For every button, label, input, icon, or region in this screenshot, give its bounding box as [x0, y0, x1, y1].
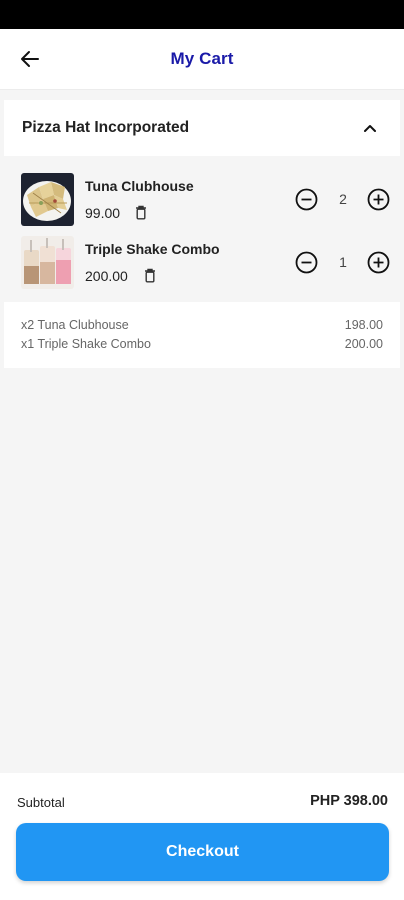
cart-item: Triple Shake Combo 200.00 1 — [21, 236, 400, 290]
decrease-quantity-button[interactable] — [294, 187, 318, 211]
summary-row: x2 Tuna Clubhouse 198.00 — [21, 316, 383, 335]
cart-items: Tuna Clubhouse 99.00 2 Triple Shake Comb… — [4, 160, 400, 300]
minus-circle-icon — [295, 251, 317, 273]
decrease-quantity-button[interactable] — [294, 250, 318, 274]
arrow-left-icon — [21, 51, 39, 67]
increase-quantity-button[interactable] — [366, 187, 390, 211]
minus-circle-icon — [295, 188, 317, 210]
page-title: My Cart — [170, 49, 234, 68]
item-name: Tuna Clubhouse — [85, 178, 194, 194]
store-name: Pizza Hat Incorporated — [22, 119, 190, 136]
app-bar: My Cart — [0, 29, 404, 90]
item-quantity: 2 — [339, 191, 347, 207]
back-button[interactable] — [14, 43, 46, 75]
item-thumbnail-triple-shake-combo — [21, 236, 74, 289]
subtotal-label: Subtotal — [17, 795, 65, 810]
increase-quantity-button[interactable] — [366, 250, 390, 274]
delete-item-button[interactable] — [142, 266, 158, 284]
cart-item: Tuna Clubhouse 99.00 2 — [21, 173, 400, 227]
item-name: Triple Shake Combo — [85, 241, 220, 257]
item-price: 99.00 — [85, 205, 121, 221]
trash-icon — [136, 205, 146, 220]
chevron-up-icon — [364, 125, 376, 132]
summary-item-label: x2 Tuna Clubhouse — [21, 318, 129, 332]
item-thumbnail-tuna-clubhouse — [21, 173, 74, 226]
summary-item-label: x1 Triple Shake Combo — [21, 337, 151, 351]
plus-circle-icon — [367, 251, 389, 273]
subtotal-value: PHP 398.00 — [310, 793, 388, 809]
checkout-panel: Subtotal PHP 398.00 Checkout — [0, 773, 404, 900]
collapse-button[interactable] — [358, 116, 382, 140]
trash-icon — [145, 268, 155, 283]
delete-item-button[interactable] — [133, 203, 149, 221]
item-price: 200.00 — [85, 268, 128, 284]
plus-circle-icon — [367, 188, 389, 210]
store-header[interactable]: Pizza Hat Incorporated — [4, 100, 400, 156]
order-summary: x2 Tuna Clubhouse 198.00 x1 Triple Shake… — [4, 302, 400, 368]
status-bar — [0, 0, 404, 29]
summary-row: x1 Triple Shake Combo 200.00 — [21, 335, 383, 354]
summary-item-amount: 198.00 — [344, 318, 383, 332]
checkout-button[interactable]: Checkout — [16, 823, 389, 881]
summary-item-amount: 200.00 — [344, 337, 383, 351]
item-quantity: 1 — [339, 254, 347, 270]
